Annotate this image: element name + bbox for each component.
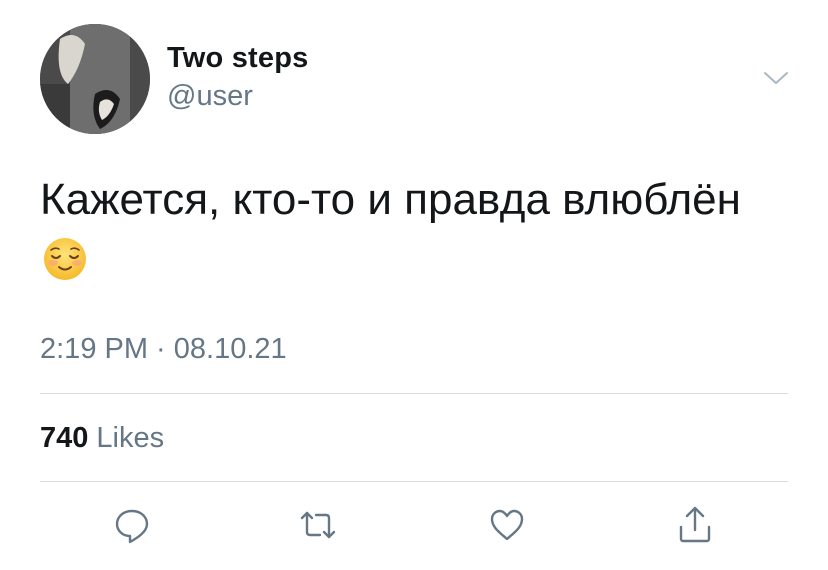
divider	[40, 393, 788, 394]
relieved-face-emoji	[42, 236, 88, 282]
tweet-text: Кажется, кто-то и правда влюблён	[40, 175, 741, 224]
divider	[40, 481, 788, 482]
share-icon[interactable]	[675, 505, 715, 545]
likes-label: Likes	[96, 422, 165, 454]
reply-icon[interactable]	[112, 505, 152, 545]
retweet-icon[interactable]	[298, 505, 338, 545]
display-name[interactable]: Two steps	[167, 42, 308, 75]
chevron-down-icon[interactable]	[762, 68, 790, 88]
heart-icon[interactable]	[487, 505, 527, 545]
likes-stat[interactable]: 740 Likes	[40, 422, 164, 455]
tweet-timestamp[interactable]: 2:19 PM · 08.10.21	[40, 333, 287, 366]
likes-count: 740	[40, 422, 89, 454]
avatar[interactable]	[40, 24, 150, 134]
tweet-card: Two steps @user Кажется, кто-то и правда…	[0, 0, 828, 570]
user-handle[interactable]: @user	[167, 80, 253, 113]
